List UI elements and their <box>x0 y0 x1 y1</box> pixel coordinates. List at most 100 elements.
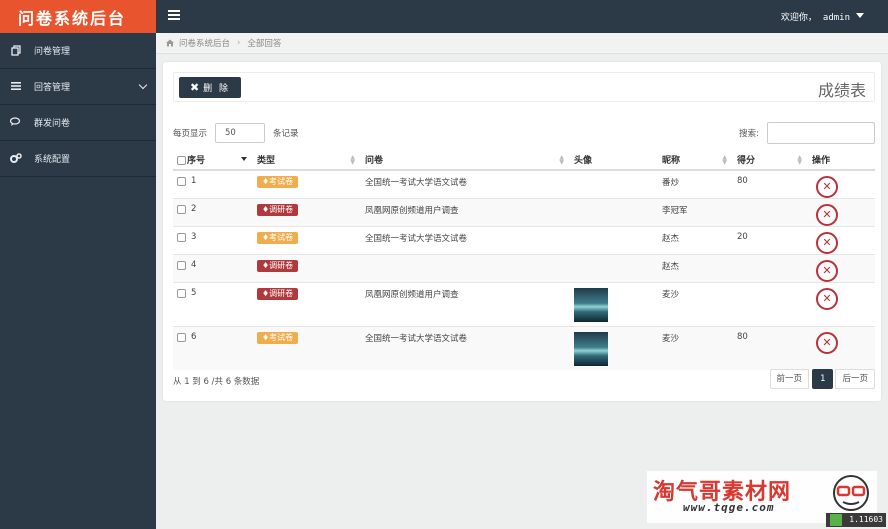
cell-id: 6 <box>173 326 253 370</box>
cell-actions: ✕ <box>808 254 875 283</box>
results-table: 序号 类型 ▲ ▼ 问卷 ▲ ▼ 头像 昵称 ▲ ▼ 得分 ▲ ▼ 操作 1 ♦考试卷 全国统一考试… <box>173 150 875 370</box>
nickname: 赵杰 <box>662 234 680 244</box>
nickname: 李冠军 <box>662 206 688 216</box>
app-logo: 问卷系统后台 <box>0 0 156 33</box>
results-panel: ✖ 删 除 成绩表 每页显示 50 条记录 搜索: 序号 类型 ▲ ▼ 问卷 ▲ ▼ 头… <box>163 62 881 401</box>
avatar <box>574 288 608 322</box>
column-header-type[interactable]: 类型 ▲ ▼ <box>253 150 361 171</box>
delete-row-icon[interactable]: ✕ <box>816 176 838 198</box>
survey-title: 凤凰网原创频道用户调查 <box>365 206 459 216</box>
row-checkbox[interactable] <box>177 232 186 242</box>
page-length-select[interactable]: 50 <box>215 123 266 143</box>
username: admin <box>822 13 850 23</box>
version-badge: 1.11603 <box>826 513 886 527</box>
cell-avatar <box>570 198 658 227</box>
search-label: 搜索: <box>739 129 759 139</box>
cell-actions: ✕ <box>808 326 875 370</box>
sort-icon: ▲ ▼ <box>797 154 802 166</box>
cell-id: 2 <box>173 198 253 227</box>
type-badge: ♦考试卷 <box>257 332 299 344</box>
delete-row-icon[interactable]: ✕ <box>816 288 838 310</box>
cell-actions: ✕ <box>808 226 875 255</box>
search-control: 搜索: <box>739 122 875 144</box>
list-icon <box>10 81 22 93</box>
column-header-actions: 操作 <box>808 150 875 171</box>
row-number: 3 <box>191 232 197 242</box>
page-button-1[interactable]: 1 <box>812 369 834 389</box>
column-header-score[interactable]: 得分 ▲ ▼ <box>733 150 808 171</box>
row-checkbox[interactable] <box>177 204 186 214</box>
cell-survey: 凤凰网原创频道用户调查 <box>361 282 570 327</box>
row-number: 4 <box>191 260 197 270</box>
row-number: 1 <box>191 176 197 186</box>
sidebar-item-mass-send[interactable]: 群发问卷 <box>0 105 156 141</box>
delete-row-icon[interactable]: ✕ <box>816 260 838 282</box>
cell-survey: 全国统一考试大学语文试卷 <box>361 326 570 370</box>
table-info: 从 1 到 6 /共 6 条数据 <box>173 377 260 387</box>
score: 80 <box>737 176 748 186</box>
sort-icon: ▲ ▼ <box>350 154 355 166</box>
length-prefix: 每页显示 <box>173 129 208 139</box>
search-input[interactable] <box>767 122 875 144</box>
survey-title: 全国统一考试大学语文试卷 <box>365 334 468 344</box>
delete-row-icon[interactable]: ✕ <box>816 232 838 254</box>
welcome-text: 欢迎你， <box>780 13 817 23</box>
cell-score <box>733 254 808 283</box>
pagination: 前一页 1 后一页 <box>769 369 875 389</box>
cell-type: ♦调研卷 <box>253 254 361 283</box>
row-checkbox[interactable] <box>177 332 186 342</box>
row-number: 2 <box>191 204 197 214</box>
menu-toggle-icon[interactable] <box>168 10 180 22</box>
table-row: 4 ♦调研卷 赵杰 ✕ <box>173 254 875 283</box>
prev-page-button[interactable]: 前一页 <box>769 369 810 389</box>
column-header-avatar: 头像 <box>570 150 658 171</box>
cell-survey: 全国统一考试大学语文试卷 <box>361 226 570 255</box>
mascot-icon <box>833 475 869 511</box>
column-header-id[interactable]: 序号 <box>173 150 253 171</box>
cell-nickname: 赵杰 <box>658 226 733 255</box>
page-title: 成绩表 <box>817 81 866 100</box>
row-checkbox[interactable] <box>177 260 186 270</box>
delete-button[interactable]: ✖ 删 除 <box>179 77 241 98</box>
row-checkbox[interactable] <box>177 288 186 298</box>
breadcrumb-home[interactable]: 问卷系统后台 <box>179 37 230 49</box>
column-header-survey[interactable]: 问卷 ▲ ▼ <box>361 150 570 171</box>
cell-nickname: 番炒 <box>658 169 733 199</box>
sidebar-item-answer-manage[interactable]: 回答管理 <box>0 69 156 105</box>
breadcrumb-current: 全部回答 <box>247 39 282 49</box>
table-row: 2 ♦调研卷 凤凰网原创频道用户调查 李冠军 ✕ <box>173 198 875 227</box>
top-bar: 欢迎你， admin <box>156 0 888 33</box>
user-welcome[interactable]: 欢迎你， admin <box>781 10 850 23</box>
delete-row-icon[interactable]: ✕ <box>816 332 838 354</box>
row-number: 6 <box>191 332 197 342</box>
cell-avatar <box>570 326 658 370</box>
table-row: 6 ♦考试卷 全国统一考试大学语文试卷 麦沙 80 ✕ <box>173 326 875 370</box>
row-number: 5 <box>191 288 197 298</box>
type-badge: ♦调研卷 <box>257 204 299 216</box>
cell-nickname: 李冠军 <box>658 198 733 227</box>
column-header-nickname[interactable]: 昵称 ▲ ▼ <box>658 150 733 171</box>
chevron-down-icon[interactable] <box>856 13 864 18</box>
delete-row-icon[interactable]: ✕ <box>816 204 838 226</box>
table-row: 5 ♦调研卷 凤凰网原创频道用户调查 麦沙 ✕ <box>173 282 875 327</box>
row-checkbox[interactable] <box>177 176 186 186</box>
nickname: 番炒 <box>662 178 680 188</box>
sort-icon: ▲ ▼ <box>722 154 727 166</box>
table-row: 3 ♦考试卷 全国统一考试大学语文试卷 赵杰 20 ✕ <box>173 226 875 255</box>
cell-avatar <box>570 254 658 283</box>
nickname: 麦沙 <box>662 334 680 344</box>
cell-type: ♦调研卷 <box>253 282 361 327</box>
breadcrumb: 问卷系统后台 › 全部回答 <box>156 33 888 54</box>
cell-avatar <box>570 226 658 255</box>
sidebar-item-system-config[interactable]: 系统配置 <box>0 141 156 177</box>
select-all-checkbox[interactable] <box>177 156 186 165</box>
sidebar: 问卷管理 回答管理 群发问卷 系统配置 <box>0 33 156 529</box>
sidebar-item-survey-manage[interactable]: 问卷管理 <box>0 33 156 69</box>
sidebar-item-label: 系统配置 <box>34 155 71 165</box>
sidebar-item-label: 回答管理 <box>34 83 71 93</box>
cell-type: ♦调研卷 <box>253 198 361 227</box>
cell-id: 4 <box>173 254 253 283</box>
next-page-button[interactable]: 后一页 <box>835 369 875 389</box>
cell-avatar <box>570 282 658 327</box>
sidebar-item-label: 群发问卷 <box>34 119 71 129</box>
